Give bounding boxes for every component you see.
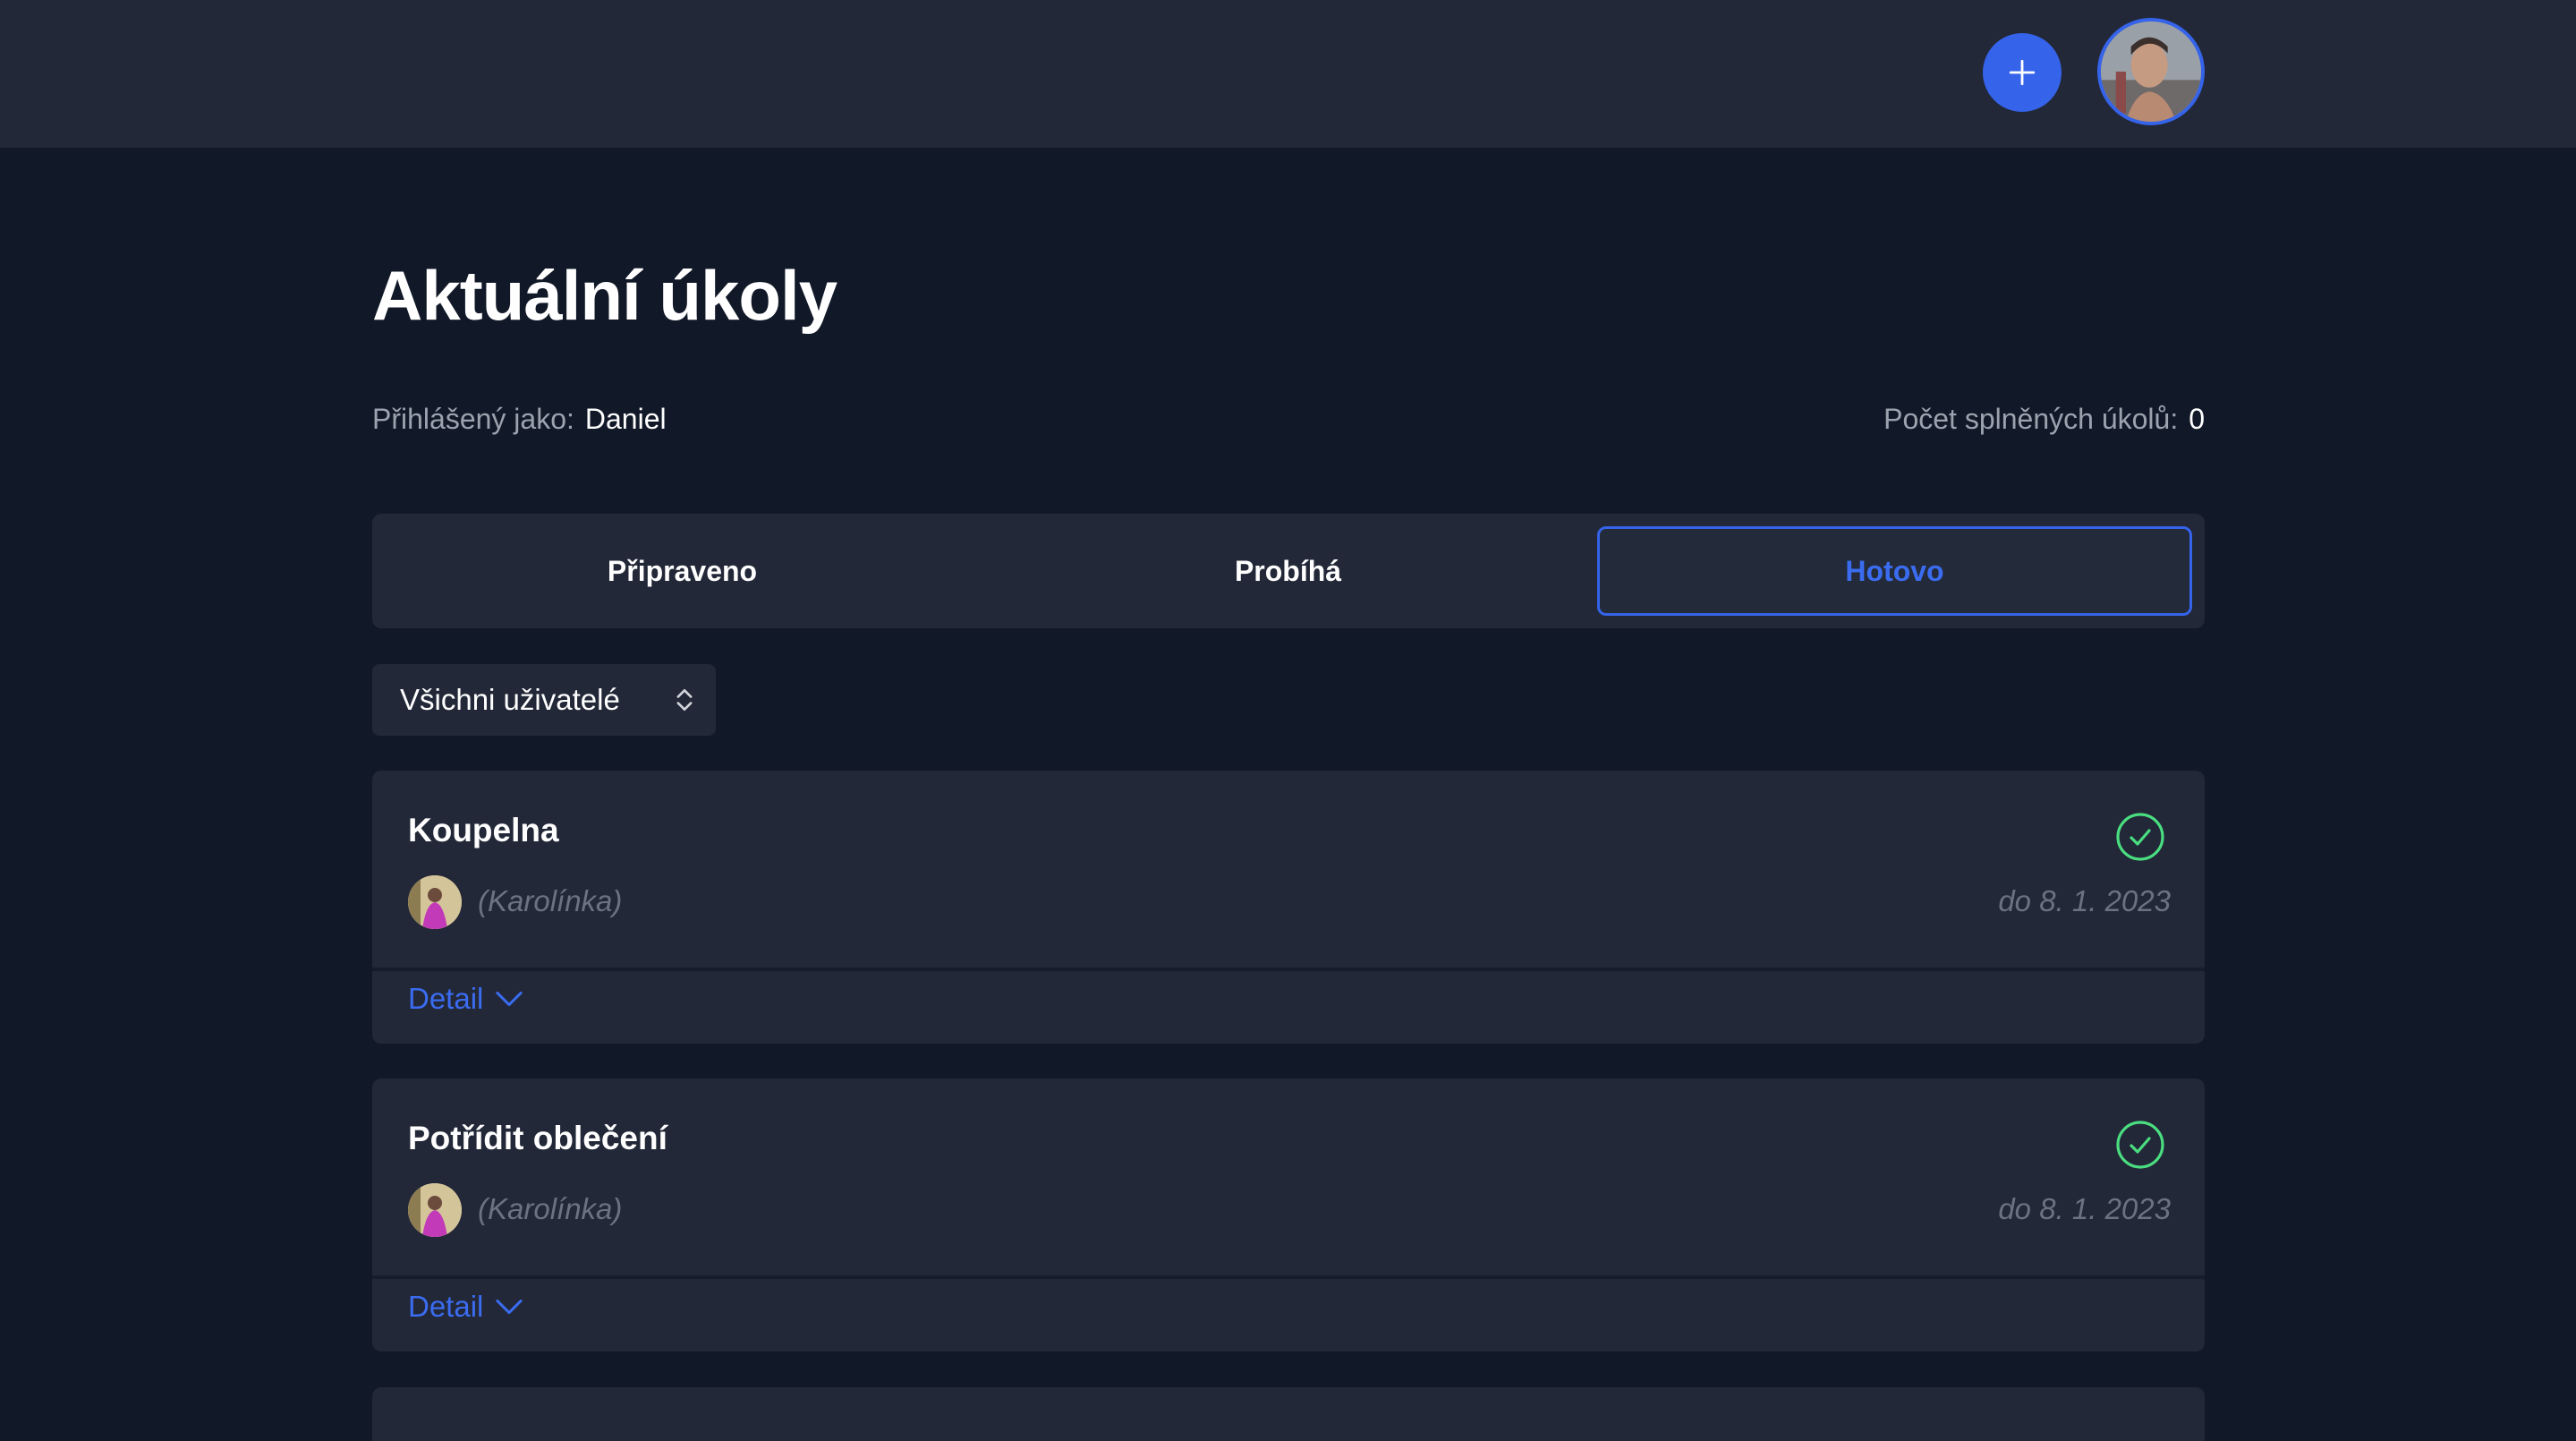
task-title: Potřídit oblečení: [408, 1120, 667, 1156]
completed-count-info: Počet splněných úkolů: 0: [1883, 401, 2205, 437]
add-task-button[interactable]: [1983, 33, 2062, 112]
detail-label: Detail: [408, 1290, 484, 1323]
user-filter-select[interactable]: Všichni uživatelé: [372, 664, 716, 736]
task-card-body: Koupelna (Karolínka) do 8. 1. 2023: [372, 771, 2205, 968]
card-divider: [372, 968, 2205, 971]
logged-in-info: Přihlášený jako: Daniel: [372, 401, 667, 437]
user-avatar-image: [2101, 21, 2201, 122]
logged-in-user: Daniel: [584, 403, 667, 435]
task-card: Potřídit oblečení (Karolínka) do 8. 1. 2…: [372, 1079, 2205, 1351]
task-assignee: (Karolínka): [478, 884, 623, 917]
page-title: Aktuální úkoly: [372, 256, 837, 335]
chevron-down-icon: [496, 1299, 523, 1315]
user-avatar[interactable]: [2097, 18, 2205, 125]
card-divider: [372, 1275, 2205, 1279]
task-card-body: Potřídit oblečení (Karolínka) do 8. 1. 2…: [372, 1079, 2205, 1275]
assignee-avatar: [408, 1183, 462, 1237]
tab-probiha[interactable]: Probíhá: [990, 526, 1586, 616]
detail-toggle[interactable]: Detail: [408, 982, 523, 1016]
task-title: Koupelna: [408, 812, 559, 848]
task-assignee: (Karolínka): [478, 1192, 623, 1225]
completed-label: Počet splněných úkolů:: [1883, 403, 2179, 435]
top-navigation-bar: [0, 0, 2576, 148]
task-due-date: do 8. 1. 2023: [1998, 884, 2171, 917]
plus-icon: [2009, 59, 2036, 86]
tab-pripraveno[interactable]: Připraveno: [385, 526, 980, 616]
assignee-avatar: [408, 875, 462, 929]
chevron-up-down-icon: [676, 689, 693, 711]
chevron-down-icon: [496, 991, 523, 1007]
check-circle-icon: [2116, 1121, 2164, 1169]
user-filter-value: Všichni uživatelé: [400, 683, 620, 716]
task-card: Koupelna (Karolínka) do 8. 1. 2023 Detai…: [372, 771, 2205, 1044]
tab-hotovo[interactable]: Hotovo: [1597, 526, 2192, 616]
task-due-date: do 8. 1. 2023: [1998, 1192, 2171, 1225]
task-card-partial: [372, 1387, 2205, 1441]
check-circle-icon: [2116, 813, 2164, 861]
completed-count: 0: [2189, 403, 2205, 435]
detail-toggle[interactable]: Detail: [408, 1290, 523, 1324]
detail-label: Detail: [408, 982, 484, 1015]
status-tabs: Připraveno Probíhá Hotovo: [372, 514, 2205, 628]
logged-in-label: Přihlášený jako:: [372, 403, 574, 435]
